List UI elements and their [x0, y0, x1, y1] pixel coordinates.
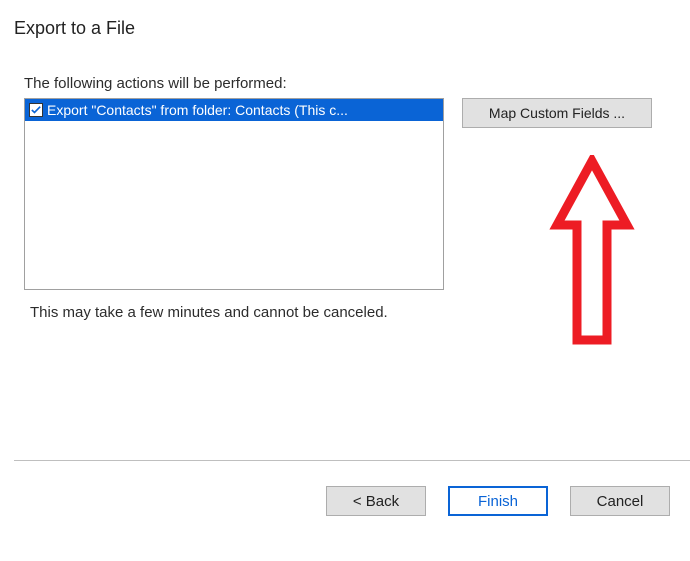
note-label: This may take a few minutes and cannot b… [30, 304, 672, 321]
divider [14, 460, 690, 461]
back-button[interactable]: < Back [326, 486, 426, 516]
wizard-button-row: < Back Finish Cancel [326, 486, 670, 516]
instruction-label: The following actions will be performed: [24, 75, 672, 92]
map-custom-fields-button[interactable]: Map Custom Fields ... [462, 98, 652, 128]
action-list[interactable]: Export "Contacts" from folder: Contacts … [24, 98, 444, 290]
finish-button[interactable]: Finish [448, 486, 548, 516]
checkbox-icon[interactable] [29, 103, 43, 117]
dialog-title: Export to a File [0, 0, 690, 39]
action-item-label: Export "Contacts" from folder: Contacts … [47, 102, 348, 118]
cancel-button[interactable]: Cancel [570, 486, 670, 516]
action-item-export-contacts[interactable]: Export "Contacts" from folder: Contacts … [25, 99, 443, 121]
